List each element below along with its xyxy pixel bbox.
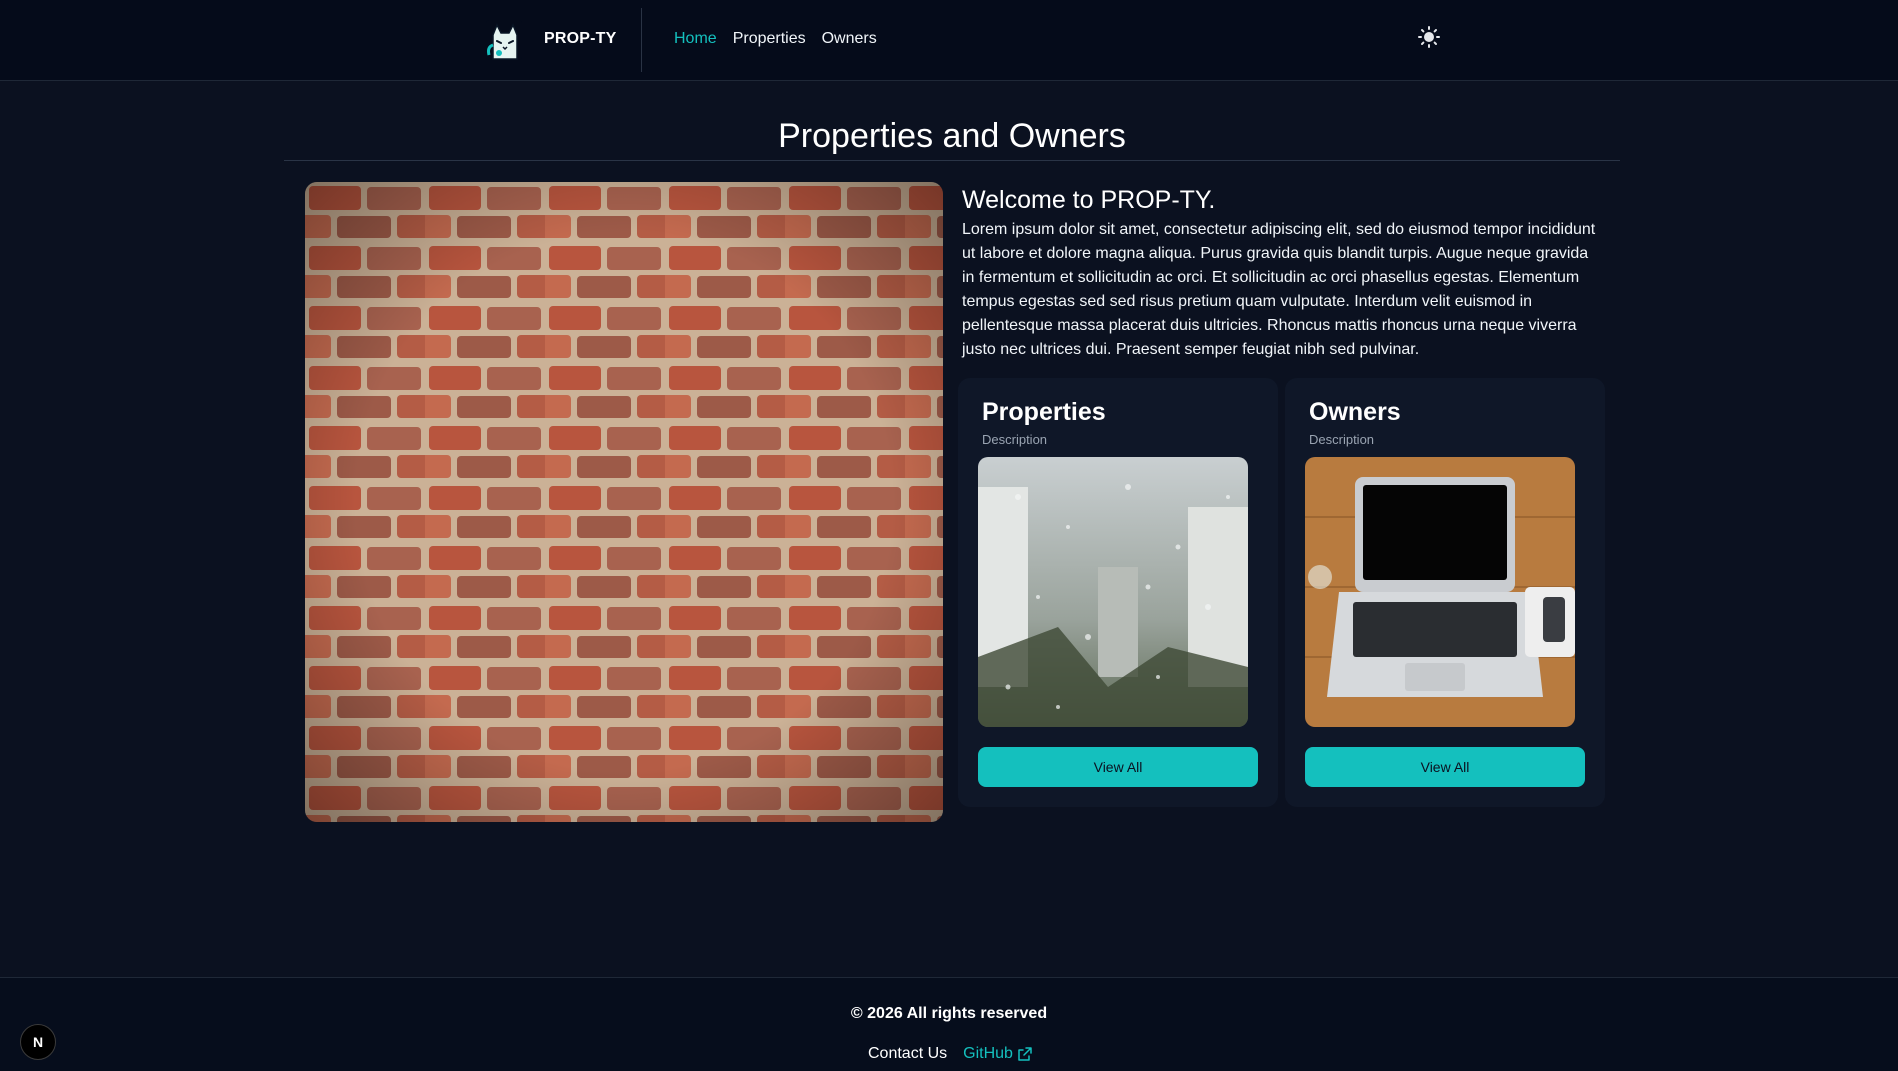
view-all-owners-button[interactable]: View All	[1305, 747, 1585, 787]
card-title: Owners	[1309, 398, 1401, 426]
copyright-text: © 2026 All rights reserved	[850, 1005, 1048, 1022]
title-divider	[284, 160, 1620, 161]
nav-item-owners[interactable]: Owners	[822, 30, 877, 48]
card-description: Description	[982, 432, 1048, 447]
dev-badge-letter: N	[33, 1034, 43, 1050]
next-logo-icon: N	[33, 1034, 43, 1050]
laptop-on-desk-image	[1305, 457, 1575, 727]
view-all-properties-button[interactable]: View All	[978, 747, 1258, 787]
card-description: Description	[1309, 432, 1375, 447]
page-title: Properties and Owners	[778, 117, 1126, 155]
owners-card: Owners Description View All	[1285, 378, 1605, 807]
welcome-text: Lorem ipsum dolor sit amet, consectetur …	[962, 221, 1596, 358]
card-title: Properties	[982, 398, 1106, 426]
brick-wall-image	[305, 182, 943, 822]
dev-tools-badge[interactable]: N	[20, 1024, 56, 1060]
main-nav: Home Properties Owners	[674, 30, 877, 48]
brand-name[interactable]: PROP-TY	[544, 30, 617, 48]
sun-icon[interactable]	[1418, 26, 1440, 48]
site-header: PROP-TY Home Properties Owners	[0, 0, 1898, 81]
nav-item-home[interactable]: Home	[674, 30, 717, 48]
github-link-label: GitHub	[963, 1045, 1013, 1062]
github-link[interactable]: GitHub	[963, 1045, 1032, 1063]
cat-logo-icon[interactable]	[485, 19, 523, 61]
external-link-icon	[1018, 1047, 1032, 1061]
contact-us-link[interactable]: Contact Us	[868, 1045, 947, 1063]
header-divider	[641, 8, 642, 72]
nav-item-properties[interactable]: Properties	[733, 30, 806, 48]
welcome-title: Welcome to PROP-TY.	[962, 186, 1216, 214]
properties-card: Properties Description View All	[958, 378, 1278, 807]
rainy-window-city-image	[978, 457, 1248, 727]
site-footer: © 2026 All rights reserved Contact Us Gi…	[0, 977, 1898, 1071]
footer-links: Contact Us GitHub	[868, 1045, 1032, 1063]
